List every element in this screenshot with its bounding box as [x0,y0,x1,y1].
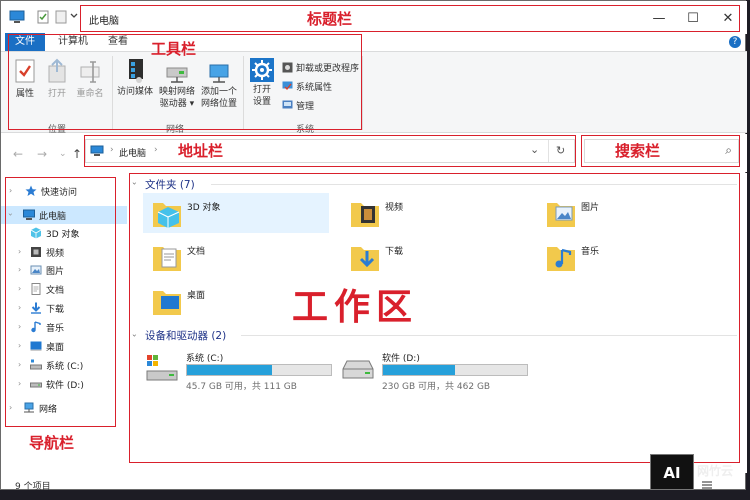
watermark-text: 网竹云 [697,464,734,478]
annotation-box-titlebar [80,5,740,32]
details-view-icon[interactable] [701,480,713,490]
recent-dropdown-icon[interactable]: ⌄ [59,149,67,159]
properties-quick-icon[interactable] [37,10,49,26]
ribbon-separator [362,56,363,130]
annotation-label-workarea: 工作区 [292,286,419,328]
annotation-box-navbar [5,177,116,427]
new-folder-quick-icon[interactable] [55,10,67,26]
forward-arrow-icon[interactable]: → [37,147,47,161]
annotation-box-addressbar [84,135,576,167]
annotation-box-workarea [129,173,740,463]
computer-icon[interactable] [9,10,25,26]
help-icon[interactable]: ? [729,36,741,48]
annotation-label-searchbar: 搜索栏 [615,142,661,160]
up-arrow-icon[interactable]: ↑ [72,147,82,161]
annotation-label-navbar: 导航栏 [29,434,75,452]
annotation-box-searchbar [581,135,740,167]
quick-access-dropdown-icon[interactable] [70,12,78,28]
annotation-label-addressbar: 地址栏 [178,142,224,160]
annotation-label-toolbar: 工具栏 [151,40,197,58]
annotation-label-titlebar: 标题栏 [307,10,353,28]
status-bar-text: 9 个项目 [15,482,51,492]
watermark-logo: AI [650,454,694,490]
back-arrow-icon[interactable]: ← [13,147,23,161]
